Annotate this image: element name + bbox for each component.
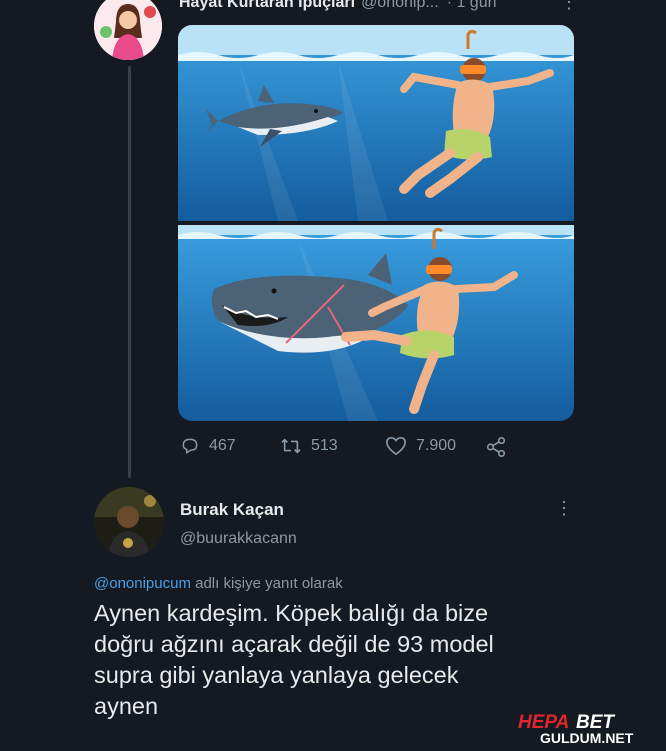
retweet-count: 513 bbox=[311, 437, 338, 454]
comic-bottom-illustration bbox=[178, 225, 574, 421]
avatar-illustration bbox=[94, 0, 162, 60]
thread-line bbox=[128, 66, 131, 478]
reply-action[interactable]: 467 bbox=[180, 436, 236, 456]
reply-avatar-photo bbox=[94, 487, 164, 557]
reply-text: Aynen kardeşim. Köpek balığı da bize doğ… bbox=[94, 598, 614, 722]
reply-text-line: doğru ağzını açarak değil de 93 model bbox=[94, 631, 494, 657]
retweet-action[interactable]: 513 bbox=[280, 436, 338, 456]
reply-author-handle[interactable]: @buurakkacann bbox=[180, 530, 297, 548]
author-name[interactable]: Hayat Kurtaran İpuçları bbox=[179, 0, 355, 11]
like-action[interactable]: 7.900 bbox=[385, 436, 456, 456]
mention-link[interactable]: @ononipucum bbox=[94, 575, 191, 592]
reply-count: 467 bbox=[209, 437, 236, 454]
tweet-date[interactable]: · 1 gün bbox=[447, 0, 497, 11]
share-icon bbox=[486, 437, 506, 457]
comic-panel-bottom bbox=[178, 225, 574, 421]
retweet-icon bbox=[281, 438, 301, 454]
tweet-actions: 467 513 7.900 bbox=[180, 436, 510, 458]
author-handle[interactable]: @ononip... bbox=[361, 0, 439, 11]
watermark-logo: HEPA BET GULDUM.NET bbox=[518, 710, 666, 746]
reply-icon bbox=[182, 438, 198, 454]
author-avatar[interactable] bbox=[94, 0, 162, 60]
tweet-media[interactable] bbox=[178, 25, 574, 421]
share-action[interactable] bbox=[485, 436, 516, 458]
comic-panel-top bbox=[178, 25, 574, 221]
more-vertical-icon[interactable]: ⋮ bbox=[555, 498, 573, 519]
heart-icon bbox=[386, 436, 406, 456]
svg-text:GULDUM.NET: GULDUM.NET bbox=[540, 730, 634, 746]
replying-to: @ononipucum adlı kişiye yanıt olarak bbox=[94, 575, 343, 592]
like-count: 7.900 bbox=[416, 437, 457, 454]
reply-text-line: supra gibi yanlaya yanlaya gelecek bbox=[94, 662, 459, 688]
reply-text-line: Aynen kardeşim. Köpek balığı da bize bbox=[94, 600, 489, 626]
comic-top-illustration bbox=[178, 25, 574, 221]
watermark-logo-image: HEPA BET GULDUM.NET bbox=[518, 712, 634, 746]
tweet-header: Hayat Kurtaran İpuçları @ononip... · 1 gün bbox=[179, 0, 497, 12]
replying-to-text: adlı kişiye yanıt olarak bbox=[195, 575, 343, 592]
reply-author-name[interactable]: Burak Kaçan bbox=[180, 500, 284, 520]
reply-avatar[interactable] bbox=[94, 487, 164, 557]
more-vertical-icon[interactable]: ⋮ bbox=[560, 0, 578, 13]
